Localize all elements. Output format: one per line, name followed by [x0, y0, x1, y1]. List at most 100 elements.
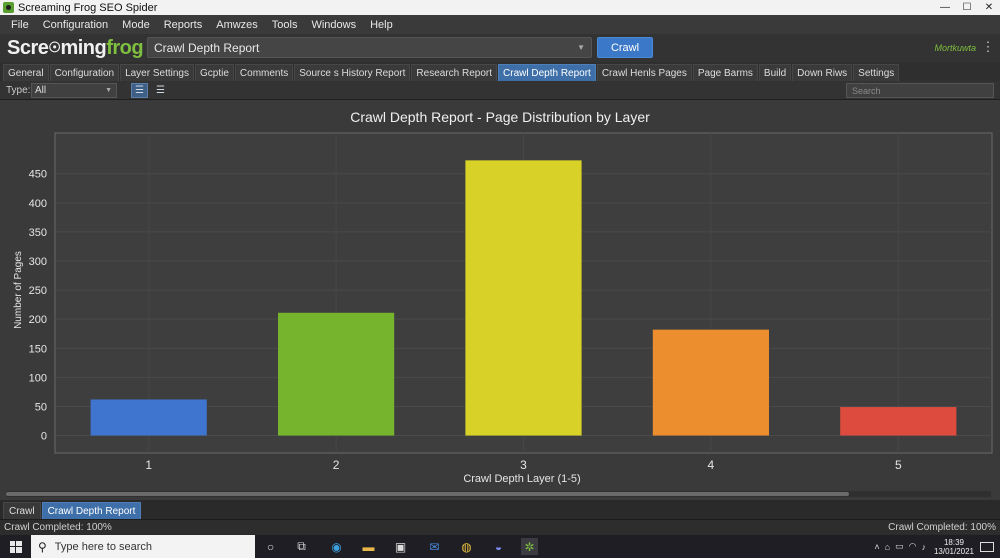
y-tick-label: 200	[29, 314, 47, 326]
tab-research-report[interactable]: Research Report	[411, 64, 498, 81]
window-title: Screaming Frog SEO Spider	[18, 1, 158, 14]
horizontal-scrollbar[interactable]	[6, 491, 991, 497]
menu-help[interactable]: Help	[363, 19, 400, 31]
bar-layer-4	[652, 329, 769, 436]
type-select-value: All	[35, 85, 47, 96]
window-titlebar: Screaming Frog SEO Spider — ☐ ✕	[0, 0, 1000, 15]
bottom-tabs: Crawl Crawl Depth Report	[0, 500, 1000, 519]
menu-configuration[interactable]: Configuration	[36, 19, 115, 31]
type-select[interactable]: All ▼	[31, 83, 117, 98]
x-tick-label: 2	[333, 458, 340, 472]
bar-chart: 0 50 100 150 200 250 300 350 400 450 1 2 3 4 5 Crawl …	[13, 132, 993, 485]
x-axis-label: Crawl Depth Layer (1-5)	[463, 473, 580, 485]
type-label: Type:	[6, 85, 31, 96]
y-tick-label: 450	[29, 169, 47, 181]
bottom-tab-crawl[interactable]: Crawl	[3, 502, 41, 519]
y-axis-label: Number of Pages	[13, 251, 24, 329]
bar-layer-1	[90, 399, 207, 436]
y-tick-label: 50	[35, 401, 47, 413]
main-toolbar: Scre☉mingfrog Crawl Depth Report ▼ Crawl…	[0, 34, 1000, 62]
x-tick-labels: 1 2 3 4 5	[145, 458, 902, 472]
window-controls: — ☐ ✕	[934, 0, 1000, 15]
taskbar-clock[interactable]: 18:39 13/01/2021	[934, 538, 974, 556]
chevron-down-icon: ▼	[105, 87, 112, 94]
bar-layer-2	[278, 312, 395, 436]
tab-configuration[interactable]: Configuration	[49, 64, 120, 81]
y-tick-label: 100	[29, 372, 47, 384]
search-input[interactable]: Search	[846, 83, 994, 98]
store-icon[interactable]: ▣	[392, 538, 409, 555]
url-input-value: Crawl Depth Report	[154, 40, 260, 55]
report-tabs: General Configuration Layer Settings Gcp…	[0, 62, 1000, 81]
scrollbar-thumb[interactable]	[6, 492, 849, 496]
y-tick-labels: 0 50 100 150 200 250 300 350 400 450	[29, 169, 47, 443]
status-left: Crawl Completed: 100%	[4, 522, 112, 533]
taskbar-search-input[interactable]: ⚲ Type here to search	[31, 535, 255, 558]
maximize-icon[interactable]: ☐	[956, 0, 978, 15]
list-view-icon[interactable]: ☰	[131, 83, 148, 98]
tray-volume-icon[interactable]: ♪	[921, 542, 926, 552]
y-tick-label: 0	[41, 431, 47, 443]
menu-file[interactable]: File	[4, 19, 36, 31]
x-tick-label: 5	[895, 458, 902, 472]
windows-taskbar: ⚲ Type here to search ○ ⧉ ◉ ▬ ▣ ✉ ◍ ◒ ✲ …	[0, 535, 1000, 558]
x-tick-label: 1	[145, 458, 152, 472]
minimize-icon[interactable]: —	[934, 0, 956, 15]
file-explorer-icon[interactable]: ▬	[360, 538, 377, 555]
start-button[interactable]	[0, 535, 31, 558]
tab-gcptie[interactable]: Gcptie	[195, 64, 234, 81]
menu-reports[interactable]: Reports	[157, 19, 210, 31]
url-input[interactable]: Crawl Depth Report ▼	[147, 37, 592, 58]
crawl-button[interactable]: Crawl	[597, 37, 653, 58]
menu-mode[interactable]: Mode	[115, 19, 157, 31]
chart-panel: Crawl Depth Report - Page Distribution b…	[0, 100, 1000, 500]
tab-down-riws[interactable]: Down Riws	[792, 64, 853, 81]
menu-windows[interactable]: Windows	[304, 19, 363, 31]
tray-chevron-icon[interactable]: ˄	[874, 542, 879, 552]
menu-tools[interactable]: Tools	[265, 19, 305, 31]
tray-usb-icon[interactable]: ⌂	[885, 542, 890, 552]
tab-crawl-henls-pages[interactable]: Crawl Henls Pages	[596, 64, 692, 81]
more-options-icon[interactable]: ⋮	[982, 39, 995, 54]
app-icon	[3, 2, 14, 13]
bar-layer-5	[840, 407, 957, 436]
chevron-down-icon[interactable]: ▼	[577, 43, 585, 52]
search-icon: ⚲	[38, 539, 47, 554]
mail-icon[interactable]: ✉	[426, 538, 443, 555]
y-tick-label: 150	[29, 343, 47, 355]
tab-crawl-depth-report[interactable]: Crawl Depth Report	[498, 64, 596, 81]
screaming-frog-logo: Scre☉mingfrog	[7, 37, 144, 59]
taskbar-search-placeholder: Type here to search	[54, 540, 153, 553]
tray-network-icon[interactable]: ▭	[895, 541, 904, 552]
chrome-icon[interactable]: ◍	[458, 538, 475, 555]
user-label: Mortkuwta	[934, 43, 976, 53]
menu-analyses[interactable]: Amwzes	[209, 19, 265, 31]
menu-bar: File Configuration Mode Reports Amwzes T…	[0, 15, 1000, 34]
tab-sources-history-report[interactable]: Source s History Report	[294, 64, 411, 81]
notifications-icon[interactable]	[980, 541, 994, 552]
task-view-icon[interactable]: ⧉	[293, 538, 310, 555]
close-icon[interactable]: ✕	[978, 0, 1000, 15]
tab-general[interactable]: General	[3, 64, 49, 81]
x-tick-label: 3	[520, 458, 527, 472]
discord-icon[interactable]: ◒	[490, 538, 507, 555]
tab-layer-settings[interactable]: Layer Settings	[120, 64, 194, 81]
clock-date: 13/01/2021	[933, 546, 974, 556]
system-tray: ˄ ⌂ ▭ ◠ ♪ 18:39 13/01/2021	[869, 535, 1000, 558]
screaming-frog-icon[interactable]: ✲	[521, 538, 538, 555]
filter-bar: Type: All ▼ ☰ ☰ Search	[0, 81, 1000, 100]
status-bar: Crawl Completed: 100% Crawl Completed: 1…	[0, 519, 1000, 534]
x-tick-label: 4	[708, 458, 715, 472]
bottom-tab-crawl-depth-report[interactable]: Crawl Depth Report	[41, 502, 142, 519]
edge-icon[interactable]: ◉	[328, 538, 345, 555]
tab-page-barms[interactable]: Page Barms	[692, 64, 758, 81]
clock-time: 18:39	[943, 537, 964, 547]
tab-build[interactable]: Build	[758, 64, 792, 81]
detail-view-icon[interactable]: ☰	[152, 83, 169, 98]
y-tick-label: 250	[29, 285, 47, 297]
tab-comments[interactable]: Comments	[234, 64, 294, 81]
tray-wifi-icon[interactable]: ◠	[909, 541, 917, 552]
cortana-icon[interactable]: ○	[262, 538, 279, 555]
search-placeholder: Search	[852, 85, 881, 96]
tab-settings[interactable]: Settings	[853, 64, 900, 81]
